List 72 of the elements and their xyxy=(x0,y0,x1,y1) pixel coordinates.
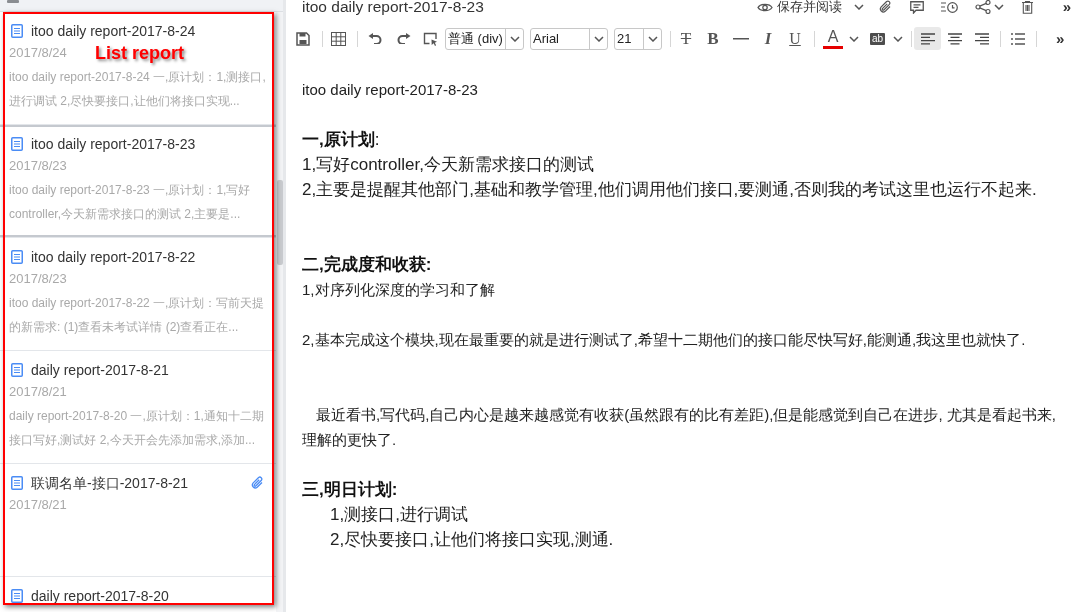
strikethrough-button[interactable]: T xyxy=(679,29,693,48)
align-left-icon xyxy=(920,32,935,45)
comment-icon[interactable] xyxy=(909,0,924,14)
note-title: daily report-2017-8-21 xyxy=(31,361,169,380)
align-right-icon xyxy=(974,32,989,45)
section-heading: 三,明日计划: xyxy=(302,479,398,501)
section-heading: 二,完成度和收获: xyxy=(302,254,432,276)
note-title: itoo daily report-2017-8-23 xyxy=(31,135,196,154)
document-line: 1,对序列化深度的学习和了解 xyxy=(302,280,495,300)
note-date: 2017/8/23 xyxy=(9,158,67,174)
paragraph-format-dropdown[interactable]: 普通 (div) xyxy=(445,27,524,50)
note-title: itoo daily report-2017-8-23 xyxy=(302,0,484,14)
chevron-down-icon[interactable] xyxy=(993,4,1004,10)
document-icon xyxy=(11,24,23,38)
chevron-down-icon[interactable] xyxy=(853,4,864,10)
document-icon xyxy=(11,363,23,377)
note-title: itoo daily report-2017-8-24 xyxy=(31,22,196,41)
document-line: 2,尽快要接口,让他们将接口实现,测通. xyxy=(330,529,614,551)
note-preview: itoo daily report-2017-8-22 一,原计划：写前天提的新需求: (1)查看未考试详情 (2)查看正在... xyxy=(9,295,266,336)
document-line: 1,测接口,进行调试 xyxy=(330,504,468,526)
redo-icon[interactable] xyxy=(397,33,411,44)
chevron-down-icon xyxy=(509,35,520,42)
horizontal-line-icon[interactable] xyxy=(733,37,749,40)
note-preview: itoo daily report-2017-8-24 一,原计划：1,测接口,进行调试 2,尽快要接口,让他们将接口实现... xyxy=(9,69,266,110)
more-button[interactable]: » xyxy=(1056,30,1065,47)
note-title: daily report-2017-8-20 xyxy=(31,587,169,606)
document-icon xyxy=(11,476,23,490)
note-preview: itoo daily report-2017-8-23 一,原计划：1,写好controller,今天新需求接口的测试 2,主要是... xyxy=(9,182,252,223)
history-icon[interactable] xyxy=(940,1,958,13)
save-icon[interactable] xyxy=(296,31,310,46)
font-size-dropdown[interactable]: 21 xyxy=(614,27,662,50)
chevron-down-icon[interactable] xyxy=(849,35,859,42)
insert-box-icon[interactable] xyxy=(423,31,438,46)
note-list-item[interactable]: itoo daily report-2017-8-23 2017/8/23 itoo daily report-2017-8-23 一,原计划：1,写好controller,今天新需求接口的测试 2,主要是... xyxy=(0,125,276,238)
note-date: 2017/8/21 xyxy=(9,384,67,400)
more-button[interactable]: » xyxy=(1062,0,1071,14)
save-and-read-button[interactable]: 保存并阅读 xyxy=(776,0,842,14)
chevron-down-icon xyxy=(647,35,658,42)
note-title: 联调名单-接口-2017-8-21 xyxy=(31,474,189,493)
align-center-icon xyxy=(947,32,962,45)
paperclip-icon[interactable] xyxy=(878,0,892,14)
note-title: itoo daily report-2017-8-22 xyxy=(31,248,196,267)
document-title: itoo daily report-2017-8-23 xyxy=(302,80,478,100)
document-icon xyxy=(11,589,23,603)
align-left-button[interactable] xyxy=(914,27,941,50)
eye-icon xyxy=(756,1,773,13)
scrollbar-thumb[interactable] xyxy=(277,180,283,265)
note-date: 2017/8/23 xyxy=(9,271,67,287)
table-icon[interactable] xyxy=(331,31,346,46)
bulleted-list-icon[interactable] xyxy=(1011,32,1025,45)
underline-button[interactable]: U xyxy=(788,29,802,48)
share-icon[interactable] xyxy=(974,0,991,14)
document-icon xyxy=(11,250,23,264)
document-paragraph: 最近看书,写代码,自己内心是越来越感觉有收获(虽然跟有的比有差距),但是能感觉到自己在进步, 尤其是看起书来,理解的更快了. xyxy=(302,405,1057,450)
highlight-button[interactable]: ab xyxy=(870,32,885,45)
italic-button[interactable]: I xyxy=(763,29,773,48)
note-date: 2017/8/24 xyxy=(9,45,67,61)
chevron-down-icon xyxy=(593,35,604,42)
annotation-label: List report xyxy=(95,42,184,64)
document-line: 1,写好controller,今天新需求接口的测试 xyxy=(302,154,594,176)
undo-icon[interactable] xyxy=(368,33,382,44)
note-date: 2017/8/21 xyxy=(9,497,67,513)
bold-button[interactable]: B xyxy=(706,29,720,48)
font-color-button[interactable]: A xyxy=(823,28,843,49)
document-icon xyxy=(11,137,23,151)
section-heading: 一,原计划: xyxy=(302,129,380,151)
chevron-down-icon[interactable] xyxy=(893,35,903,42)
trash-icon[interactable] xyxy=(1021,0,1033,14)
font-family-dropdown[interactable]: Arial xyxy=(530,27,608,50)
note-preview: daily report-2017-8-20 一,原计划：1,通知十二期接口写好,测试好 2,今天开会先添加需求,添加... xyxy=(9,408,265,449)
document-line: 2,基本完成这个模块,现在最重要的就是进行测试了,希望十二期他们的接口能尽快写好,能测通,我这里也就快了. xyxy=(302,330,1026,350)
document-line: 2,主要是提醒其他部门,基础和教学管理,他们调用他们接口,要测通,否则我的考试这里也运行不起来. xyxy=(302,179,1037,201)
